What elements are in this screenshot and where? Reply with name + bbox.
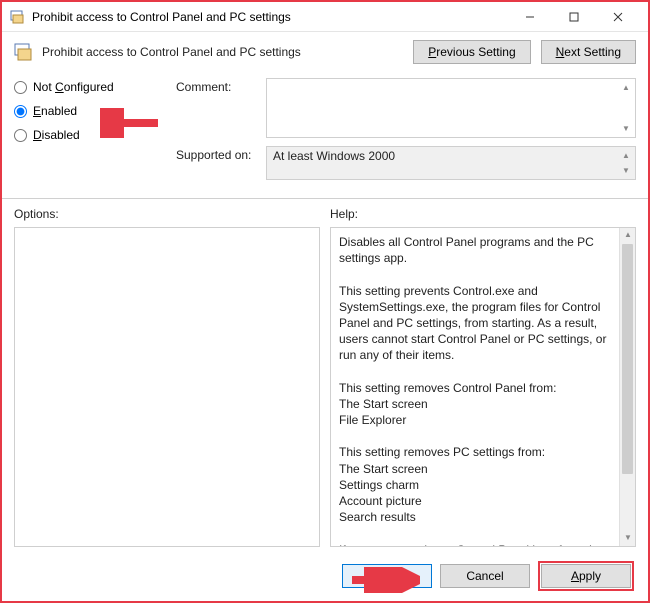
scroll-up-icon: ▲ bbox=[618, 148, 634, 163]
titlebar: Prohibit access to Control Panel and PC … bbox=[2, 2, 648, 32]
comment-textarea[interactable]: ▲ ▼ bbox=[266, 78, 636, 138]
help-label: Help: bbox=[330, 207, 636, 221]
supported-on-value: At least Windows 2000 ▲ ▼ bbox=[266, 146, 636, 180]
minimize-button[interactable] bbox=[508, 3, 552, 31]
apply-highlight: Apply bbox=[538, 561, 634, 591]
supported-on-label: Supported on: bbox=[176, 146, 266, 162]
radio-disabled[interactable]: Disabled bbox=[14, 128, 164, 142]
previous-setting-button[interactable]: Previous Setting bbox=[413, 40, 530, 64]
policy-title: Prohibit access to Control Panel and PC … bbox=[42, 45, 413, 59]
ok-button[interactable]: OK bbox=[342, 564, 432, 588]
policy-icon bbox=[10, 9, 26, 25]
scroll-down-icon[interactable]: ▼ bbox=[618, 121, 634, 136]
radio-not-configured[interactable]: Not Configured bbox=[14, 80, 164, 94]
divider bbox=[2, 198, 648, 199]
window-title: Prohibit access to Control Panel and PC … bbox=[32, 10, 508, 24]
help-panel: Disables all Control Panel programs and … bbox=[330, 227, 636, 547]
scroll-up-icon[interactable]: ▲ bbox=[618, 80, 634, 95]
next-setting-button[interactable]: Next Setting bbox=[541, 40, 636, 64]
radio-enabled[interactable]: Enabled bbox=[14, 104, 164, 118]
close-button[interactable] bbox=[596, 3, 640, 31]
scrollbar[interactable]: ▲▼ bbox=[619, 228, 635, 546]
comment-label: Comment: bbox=[176, 78, 266, 94]
options-label: Options: bbox=[14, 207, 320, 221]
cancel-button[interactable]: Cancel bbox=[440, 564, 530, 588]
dialog-footer: OK Cancel Apply bbox=[342, 561, 634, 591]
maximize-button[interactable] bbox=[552, 3, 596, 31]
policy-header: Prohibit access to Control Panel and PC … bbox=[2, 32, 648, 72]
scroll-down-icon: ▼ bbox=[618, 163, 634, 178]
help-text: Disables all Control Panel programs and … bbox=[339, 235, 610, 547]
apply-button[interactable]: Apply bbox=[541, 564, 631, 588]
state-radio-group: Not Configured Enabled Disabled bbox=[14, 78, 164, 188]
options-panel bbox=[14, 227, 320, 547]
scroll-up-icon[interactable]: ▲ bbox=[620, 228, 636, 243]
scrollbar-thumb[interactable] bbox=[622, 244, 633, 474]
scroll-down-icon[interactable]: ▼ bbox=[620, 531, 636, 546]
policy-icon bbox=[14, 42, 34, 62]
